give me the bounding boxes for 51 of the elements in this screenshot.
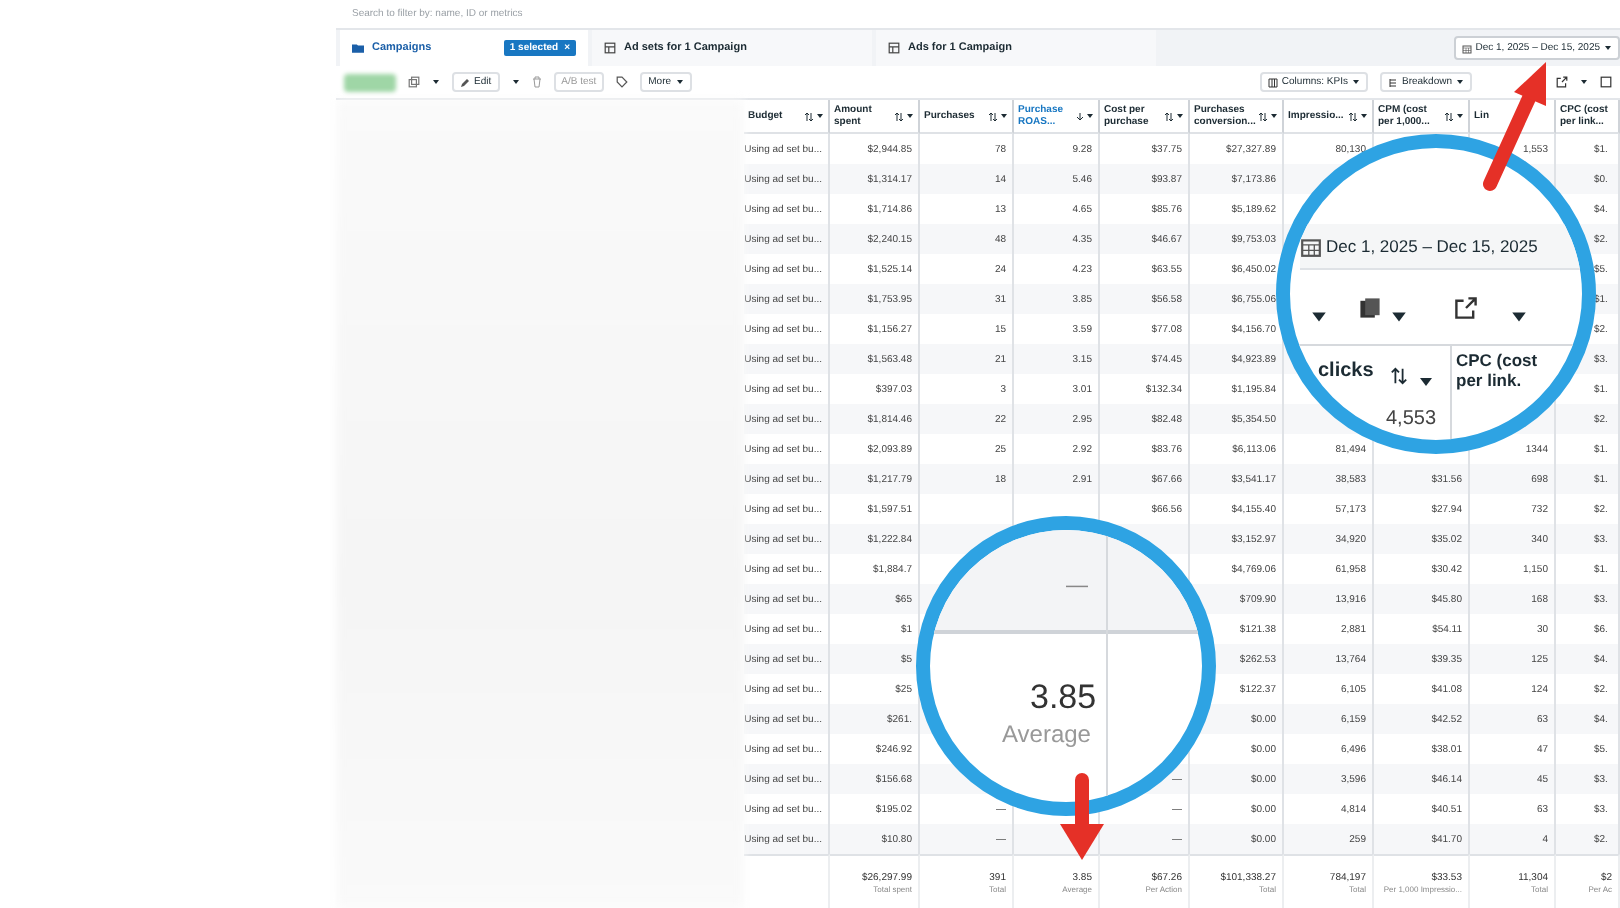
sort-icon: [804, 111, 814, 121]
columns-icon: [1267, 77, 1278, 87]
grid-icon: [604, 42, 616, 54]
table-cell: 4,553: [1386, 408, 1437, 431]
caret-icon: [1510, 308, 1528, 326]
sort-icon: [988, 111, 998, 121]
caret-icon: [1351, 78, 1360, 86]
caret-icon: [1086, 112, 1094, 120]
caret-icon: [906, 112, 914, 120]
sort-icon: [1258, 111, 1268, 121]
trash-icon[interactable]: [531, 76, 542, 88]
export-icon: [1454, 296, 1478, 320]
caret-icon: [511, 78, 520, 86]
column-header[interactable]: clicks: [1318, 360, 1374, 383]
breakdown-icon: [1387, 77, 1398, 87]
caret-icon: [432, 78, 440, 86]
sort-down-icon: [1076, 111, 1084, 121]
duplicate-icon[interactable]: [408, 76, 420, 88]
copy-icon: [1358, 296, 1382, 320]
export-icon[interactable]: [1556, 76, 1568, 88]
tag-icon[interactable]: [616, 76, 629, 88]
report-icon[interactable]: [1600, 76, 1612, 88]
date-range-button[interactable]: Dec 1, 2025 – Dec 15, 2025: [1300, 224, 1582, 270]
caret-icon: [675, 78, 684, 86]
total-value: 3.85: [1030, 678, 1097, 718]
folder-icon: [352, 42, 364, 54]
caret-icon: [1604, 44, 1612, 52]
caret-icon: [1390, 308, 1408, 326]
caret-icon: [816, 112, 824, 120]
caret-icon: [1456, 78, 1464, 86]
table-cell: —: [1066, 574, 1088, 600]
caret-icon: [1456, 112, 1464, 120]
sort-icon: [1390, 366, 1408, 386]
caret-icon: [1360, 112, 1368, 120]
caret-icon: [1176, 112, 1184, 120]
sort-icon: [1348, 111, 1358, 121]
total-label: Average: [1002, 722, 1091, 750]
caret-icon: [1000, 112, 1008, 120]
caret-icon: [1580, 78, 1588, 86]
caret-icon: [1310, 308, 1328, 326]
calendar-icon: [1300, 235, 1322, 257]
calendar-icon: [1461, 43, 1472, 53]
sort-icon: [1164, 111, 1174, 121]
caret-icon: [1270, 112, 1278, 120]
column-header[interactable]: CPC (cost per link.: [1456, 352, 1544, 392]
pencil-icon: [460, 77, 470, 87]
sort-icon: [894, 111, 904, 121]
caret-icon: [1418, 374, 1434, 390]
grid-icon: [888, 42, 900, 54]
arrow: [1060, 773, 1104, 860]
sort-icon: [1444, 111, 1454, 121]
